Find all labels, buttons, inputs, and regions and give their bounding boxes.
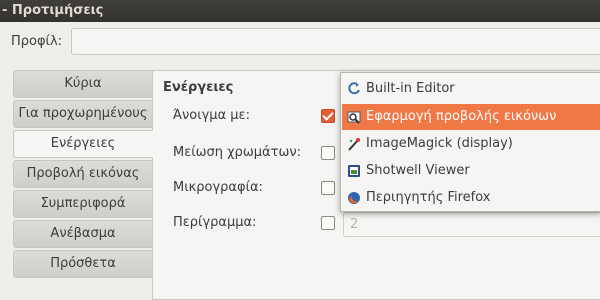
reduce-colors-checkbox[interactable]	[321, 146, 335, 160]
editor-icon	[347, 82, 361, 96]
menu-item-label: ImageMagick (display)	[366, 136, 513, 151]
menu-item-label: Built-in Editor	[366, 81, 455, 96]
border-label: Περίγραμμα:	[173, 215, 257, 230]
reduce-colors-label: Μείωση χρωμάτων:	[173, 145, 301, 160]
menu-item-builtin-editor[interactable]: Built-in Editor	[342, 76, 600, 102]
thumbnail-label: Μικρογραφία:	[173, 180, 263, 195]
shotwell-icon	[347, 164, 361, 178]
profile-label: Προφίλ:	[11, 34, 63, 49]
border-checkbox[interactable]	[321, 216, 335, 230]
tab-image-view[interactable]: Προβολή εικόνας	[13, 160, 153, 188]
image-viewer-icon	[347, 110, 361, 124]
menu-item-label: Εφαρμογή προβολής εικόνων	[366, 109, 557, 124]
tab-behavior[interactable]: Συμπεριφορά	[13, 190, 153, 218]
imagemagick-icon	[347, 137, 361, 151]
open-with-checkbox[interactable]	[321, 109, 335, 123]
tab-plugins[interactable]: Πρόσθετα	[13, 250, 153, 278]
thumbnail-checkbox[interactable]	[321, 181, 335, 195]
tab-upload[interactable]: Ανέβασμα	[13, 220, 153, 248]
menu-item-label: Περιηγητής Firefox	[366, 190, 491, 205]
menu-item-shotwell[interactable]: Shotwell Viewer	[342, 158, 600, 184]
menu-item-imagemagick[interactable]: ImageMagick (display)	[342, 131, 600, 157]
firefox-icon	[347, 191, 361, 205]
profile-combo[interactable]	[71, 28, 600, 55]
menu-item-label: Shotwell Viewer	[366, 163, 470, 178]
tab-advanced[interactable]: Για προχωρημένους	[13, 100, 153, 128]
border-spinbox[interactable]: 2	[343, 212, 600, 237]
open-with-menu: Built-in Editor Εφαρμογή προβολής εικόνω…	[340, 72, 600, 212]
menu-item-image-viewer[interactable]: Εφαρμογή προβολής εικόνων	[342, 104, 600, 130]
open-with-label: Άνοιγμα με:	[173, 108, 250, 123]
actions-section-title: Ενέργειες	[163, 80, 234, 95]
menu-item-firefox[interactable]: Περιηγητής Firefox	[342, 185, 600, 211]
tab-main[interactable]: Κύρια	[13, 70, 153, 98]
tab-actions[interactable]: Ενέργειες	[13, 130, 153, 158]
window-title: - Προτιμήσεις	[0, 0, 600, 22]
